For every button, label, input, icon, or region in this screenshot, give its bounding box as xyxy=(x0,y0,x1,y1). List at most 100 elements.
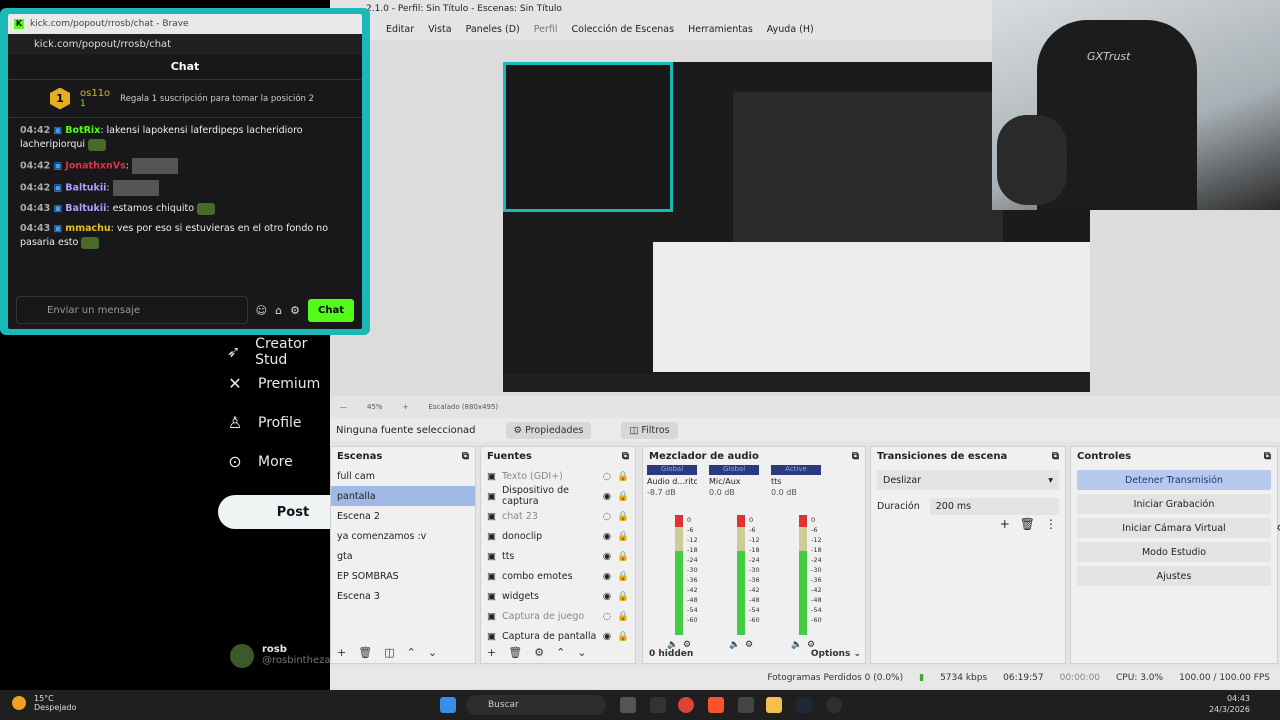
eye-icon[interactable]: ◌ xyxy=(603,611,611,622)
menu-paneles[interactable]: Paneles (D) xyxy=(466,24,520,35)
lock-icon[interactable]: 🔒 xyxy=(617,491,629,502)
zoom-out-button[interactable]: — xyxy=(340,403,347,411)
channel-name[interactable]: Mic/Aux xyxy=(709,475,759,488)
source-item[interactable]: ▣ Captura de pantalla ◉ 🔒 xyxy=(481,626,635,646)
chrome-icon[interactable] xyxy=(678,697,694,713)
taskbar-search[interactable]: Buscar xyxy=(466,695,606,715)
menu-editar[interactable]: Editar xyxy=(386,24,414,35)
file-explorer-icon[interactable] xyxy=(766,697,782,713)
chevron-up-icon[interactable]: ⌃ xyxy=(407,646,416,659)
scene-item[interactable]: ya comenzamos :v xyxy=(331,526,475,546)
emote-icon[interactable]: ☺ xyxy=(256,304,267,317)
epic-games-icon[interactable] xyxy=(650,697,666,713)
dock-undock-icon[interactable]: ⧉ xyxy=(1052,451,1059,462)
chevron-down-icon[interactable]: ⌄ xyxy=(428,646,437,659)
eye-icon[interactable]: ◌ xyxy=(603,471,611,482)
lock-icon[interactable]: 🔒 xyxy=(617,511,629,522)
dock-undock-icon[interactable]: ⧉ xyxy=(622,451,629,462)
trash-icon[interactable]: 🗑 xyxy=(1020,517,1035,531)
weather-widget[interactable]: 15°C Despejado xyxy=(12,694,76,712)
x-nav-premium[interactable]: ✕ Premium xyxy=(226,375,320,393)
lock-icon[interactable]: 🔒 xyxy=(617,471,629,482)
channel-name[interactable]: Audio d...ritorio xyxy=(647,475,697,488)
send-chat-button[interactable]: Chat xyxy=(308,298,354,322)
menu-ayuda[interactable]: Ayuda (H) xyxy=(767,24,814,35)
lock-icon[interactable]: 🔒 xyxy=(617,631,629,642)
x-nav-profile[interactable]: ♙ Profile xyxy=(226,414,302,432)
dock-undock-icon[interactable]: ⧉ xyxy=(852,451,859,462)
windows-start-icon[interactable] xyxy=(440,697,456,713)
source-item[interactable]: ▣ donoclip ◉ 🔒 xyxy=(481,526,635,546)
steam-icon[interactable] xyxy=(796,697,812,713)
transition-select[interactable]: Deslizar ▾ xyxy=(877,470,1059,490)
scene-item[interactable]: Escena 2 xyxy=(331,506,475,526)
source-item[interactable]: ▣ Texto (GDI+) ◌ 🔒 xyxy=(481,466,635,486)
lock-icon[interactable]: 🔒 xyxy=(617,611,629,622)
properties-button[interactable]: ⚙ Propiedades xyxy=(505,421,592,439)
source-item[interactable]: ▣ chat 23 ◌ 🔒 xyxy=(481,506,635,526)
source-item[interactable]: ▣ combo emotes ◉ 🔒 xyxy=(481,566,635,586)
lock-icon[interactable]: 🔒 xyxy=(617,551,629,562)
chevron-up-icon[interactable]: ⌃ xyxy=(556,646,565,659)
scene-item[interactable]: Escena 3 xyxy=(331,586,475,606)
task-view-icon[interactable] xyxy=(620,697,636,713)
dock-undock-icon[interactable]: ⧉ xyxy=(462,451,469,462)
zoom-in-button[interactable]: + xyxy=(403,403,409,411)
message-user[interactable]: Baltukii xyxy=(65,203,106,214)
virtual-camera-button[interactable]: Iniciar Cámara Virtual⚙ xyxy=(1077,518,1280,538)
eye-icon[interactable]: ◉ xyxy=(603,491,611,502)
settings-button[interactable]: Ajustes xyxy=(1077,566,1271,586)
add-icon[interactable]: + xyxy=(487,646,496,659)
x-user-card[interactable]: rosb @rosbinthezaz xyxy=(230,644,336,668)
store-icon[interactable]: ⌂ xyxy=(275,304,282,317)
duration-input[interactable]: 200 ms xyxy=(929,498,1059,515)
menu-herramientas[interactable]: Herramientas xyxy=(688,24,753,35)
x-nav-more[interactable]: ⊙ More xyxy=(226,453,292,471)
menu-perfil[interactable]: Perfil xyxy=(534,24,558,35)
trash-icon[interactable]: 🗑 xyxy=(508,646,522,659)
gear-icon[interactable]: ⚙ xyxy=(534,646,544,659)
gear-icon[interactable]: ⚙ xyxy=(290,304,300,317)
eye-icon[interactable]: ◉ xyxy=(603,631,611,642)
eye-icon[interactable]: ◉ xyxy=(603,551,611,562)
trash-icon[interactable]: 🗑 xyxy=(358,646,372,659)
chat-input[interactable]: Enviar un mensaje xyxy=(16,296,248,324)
source-item[interactable]: ▣ Dispositivo de captura ◉ 🔒 xyxy=(481,485,635,507)
gear-icon[interactable]: ⚙ xyxy=(1276,523,1280,534)
message-user[interactable]: mmachu xyxy=(65,223,110,234)
eye-icon[interactable]: ◉ xyxy=(603,571,611,582)
message-user[interactable]: BotRix xyxy=(65,125,100,136)
filters-button[interactable]: ◫ Filtros xyxy=(621,421,678,439)
start-recording-button[interactable]: Iniciar Grabación xyxy=(1077,494,1271,514)
menu-coleccion[interactable]: Colección de Escenas xyxy=(572,24,675,35)
message-user[interactable]: Baltukii xyxy=(65,183,106,194)
dock-undock-icon[interactable]: ⧉ xyxy=(1264,451,1271,462)
eye-icon[interactable]: ◉ xyxy=(603,531,611,542)
studio-mode-button[interactable]: Modo Estudio xyxy=(1077,542,1271,562)
scene-item[interactable]: gta xyxy=(331,546,475,566)
lock-icon[interactable]: 🔒 xyxy=(617,571,629,582)
options-button[interactable]: Options ⌄ xyxy=(811,649,861,659)
add-icon[interactable]: + xyxy=(337,646,346,659)
menu-vista[interactable]: Vista xyxy=(428,24,451,35)
source-item[interactable]: ▣ Captura de juego ◌ 🔒 xyxy=(481,606,635,626)
scene-item[interactable]: EP SOMBRAS xyxy=(331,566,475,586)
obs-icon[interactable] xyxy=(826,697,842,713)
stop-stream-button[interactable]: Detener Transmisión xyxy=(1077,470,1271,490)
chevron-down-icon[interactable]: ⌄ xyxy=(577,646,586,659)
eye-icon[interactable]: ◌ xyxy=(603,511,611,522)
brave-icon[interactable] xyxy=(708,697,724,713)
add-icon[interactable]: + xyxy=(1000,517,1010,531)
scene-item[interactable]: pantalla xyxy=(331,486,475,506)
app-icon[interactable] xyxy=(738,697,754,713)
source-item[interactable]: ▣ widgets ◉ 🔒 xyxy=(481,586,635,606)
source-item[interactable]: ▣ tts ◉ 🔒 xyxy=(481,546,635,566)
lock-icon[interactable]: 🔒 xyxy=(617,531,629,542)
eye-icon[interactable]: ◉ xyxy=(603,591,611,602)
url-bar[interactable]: kick.com/popout/rrosb/chat xyxy=(8,34,362,54)
more-icon[interactable]: ⋮ xyxy=(1045,517,1057,531)
channel-name[interactable]: tts xyxy=(771,475,821,488)
clock[interactable]: 04:43 24/3/2026 xyxy=(1209,693,1250,715)
scene-item[interactable]: full cam xyxy=(331,466,475,486)
message-user[interactable]: JonathxnVs xyxy=(65,161,125,172)
